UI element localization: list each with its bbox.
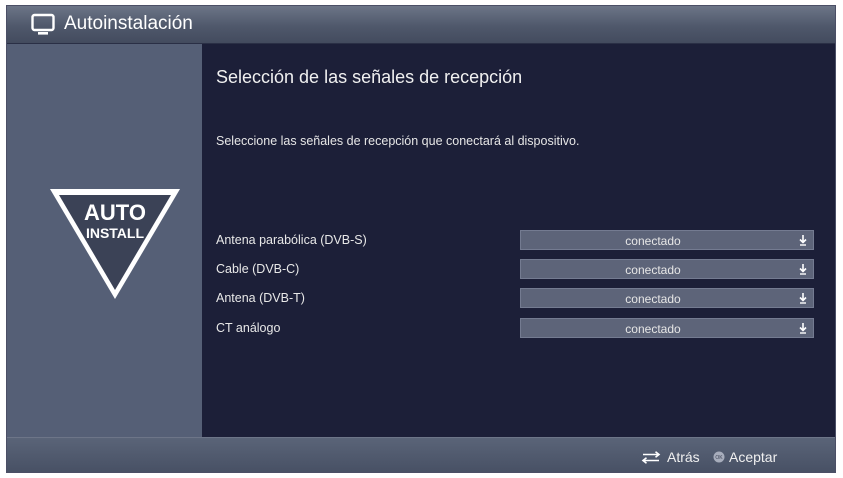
auto-install-logo: AUTO INSTALL — [50, 189, 180, 299]
signal-label: Antena parabólica (DVB-S) — [216, 233, 367, 247]
footer-bar: Atrás OK Aceptar — [7, 437, 835, 472]
accept-button-label[interactable]: Aceptar — [729, 449, 777, 465]
select-value: conectado — [625, 263, 681, 277]
side-panel: AUTO INSTALL — [7, 44, 202, 437]
signal-row-ct-analog: CT análogo conectado — [216, 318, 816, 338]
signal-row-dvb-t: Antena (DVB-T) conectado — [216, 288, 816, 308]
logo-text-auto: AUTO — [84, 200, 146, 225]
signal-select-dvb-c[interactable]: conectado — [520, 259, 814, 279]
chevron-down-icon — [799, 293, 807, 304]
signal-label: CT análogo — [216, 321, 281, 335]
tv-icon — [31, 13, 55, 35]
main-panel: Selección de las señales de recepción Se… — [202, 44, 835, 437]
back-button-label[interactable]: Atrás — [667, 449, 700, 465]
select-value: conectado — [625, 292, 681, 306]
page-description: Seleccione las señales de recepción que … — [216, 134, 580, 148]
signal-select-dvb-s[interactable]: conectado — [520, 230, 814, 250]
signal-label: Antena (DVB-T) — [216, 291, 305, 305]
autoinstall-screen: Autoinstalación AUTO INSTALL Selección d… — [6, 5, 836, 473]
swap-arrows-icon[interactable] — [640, 451, 662, 464]
logo-text-install: INSTALL — [86, 225, 145, 241]
chevron-down-icon — [799, 235, 807, 246]
chevron-down-icon — [799, 264, 807, 275]
chevron-down-icon — [799, 323, 807, 334]
page-heading: Selección de las señales de recepción — [216, 67, 523, 87]
signal-label: Cable (DVB-C) — [216, 262, 300, 276]
select-value: conectado — [625, 234, 681, 248]
signal-row-dvb-c: Cable (DVB-C) conectado — [216, 259, 816, 279]
title-bar: Autoinstalación — [7, 6, 835, 44]
svg-text:OK: OK — [715, 455, 723, 461]
signal-select-ct-analog[interactable]: conectado — [520, 318, 814, 338]
ok-button-icon[interactable]: OK — [713, 451, 725, 463]
select-value: conectado — [625, 322, 681, 336]
signal-select-dvb-t[interactable]: conectado — [520, 288, 814, 308]
window-title: Autoinstalación — [64, 13, 193, 34]
signal-row-dvb-s: Antena parabólica (DVB-S) conectado — [216, 230, 816, 250]
